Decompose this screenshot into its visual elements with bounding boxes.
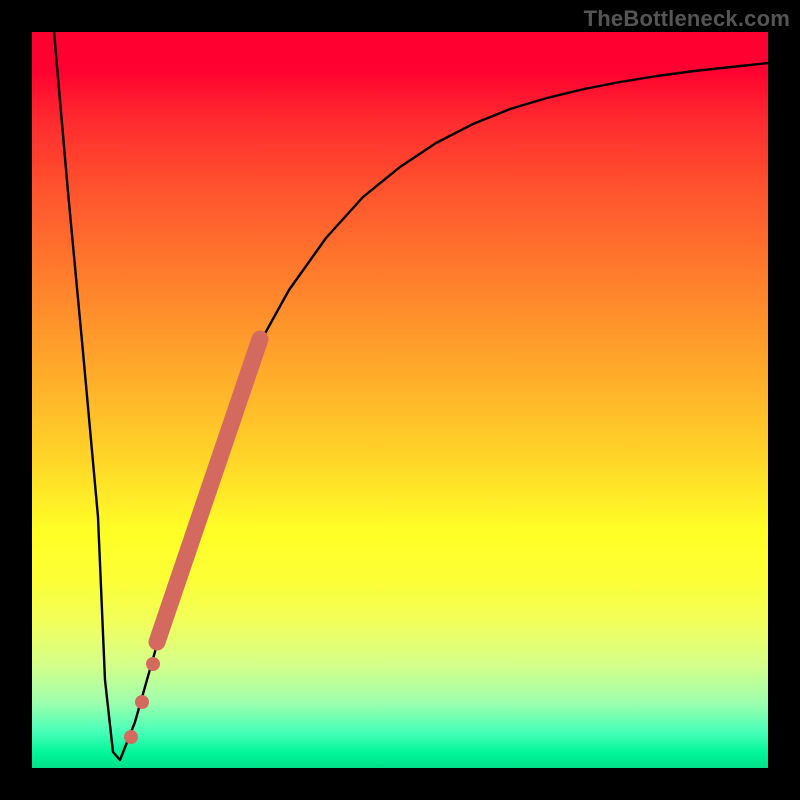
- chart-overlay: [32, 32, 768, 768]
- near-min-dot: [146, 657, 160, 671]
- chart-frame: TheBottleneck.com: [0, 0, 800, 800]
- near-min-dot: [124, 730, 138, 744]
- highlight-segment: [157, 339, 260, 642]
- watermark-text: TheBottleneck.com: [584, 6, 790, 32]
- bottleneck-curve: [54, 32, 768, 760]
- near-min-dot: [135, 695, 149, 709]
- plot-area: [32, 32, 768, 768]
